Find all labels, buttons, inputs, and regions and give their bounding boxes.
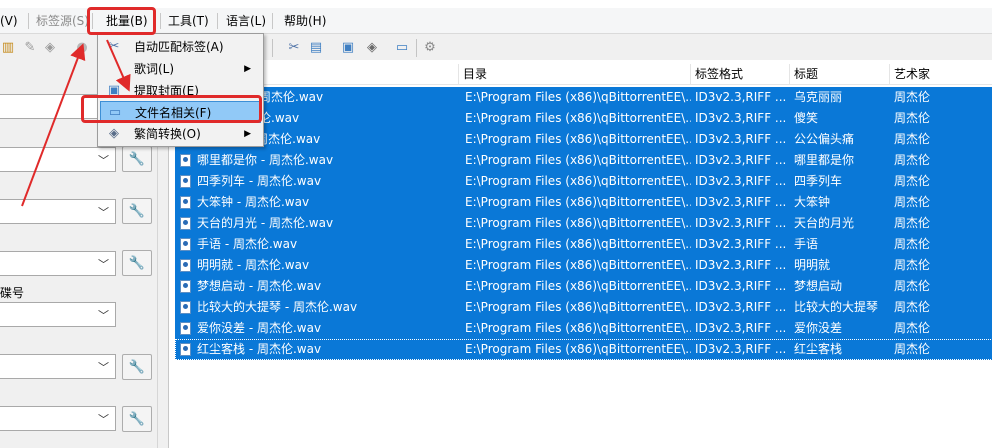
annotation-arrow xyxy=(106,39,131,92)
annotation-arrow xyxy=(21,43,86,207)
annotation-arrows xyxy=(21,39,131,207)
